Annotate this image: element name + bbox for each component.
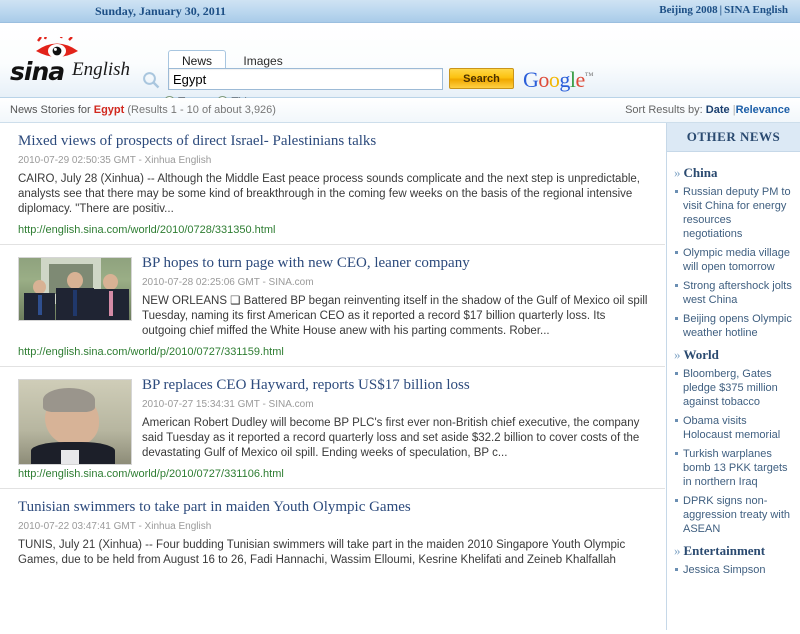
sidebar-news-item[interactable]: Olympic media village will open tomorrow <box>674 246 792 274</box>
sort-by-date[interactable]: Date <box>706 104 730 116</box>
sidebar-news-item[interactable]: Beijing opens Olympic weather hotline <box>674 312 792 340</box>
search-input[interactable] <box>168 68 443 90</box>
sidebar-category-world[interactable]: »World <box>674 347 792 363</box>
chevron-right-icon: » <box>674 347 681 362</box>
results-count: (Results 1 - 10 of about 3,926) <box>124 104 276 116</box>
chevron-right-icon: » <box>674 543 681 558</box>
top-bar: Sunday, January 30, 2011 Beijing 2008|SI… <box>0 0 800 23</box>
result-title[interactable]: Tunisian swimmers to take part in maiden… <box>18 499 649 516</box>
man-portrait-image <box>19 380 131 464</box>
other-news-sidebar: OTHER NEWS »China Russian deputy PM to v… <box>666 123 800 630</box>
result-snippet: CAIRO, July 28 (Xinhua) -- Although the … <box>18 172 649 217</box>
results-summary-bar: News Stories for Egypt (Results 1 - 10 o… <box>0 98 800 123</box>
chevron-right-icon: » <box>674 165 681 180</box>
sidebar-category-label: Entertainment <box>684 543 766 558</box>
search-row: Search Google™ <box>168 68 443 90</box>
result-snippet: TUNIS, July 21 (Xinhua) -- Four budding … <box>18 538 649 568</box>
magnifier-icon <box>142 71 160 89</box>
results-query-term: Egypt <box>94 104 125 116</box>
result-snippet: American Robert Dudley will become BP PL… <box>142 416 649 461</box>
result-meta: 2010-07-29 02:50:35 GMT - Xinhua English <box>18 155 649 166</box>
sort-by-relevance[interactable]: Relevance <box>736 104 790 116</box>
result-thumbnail[interactable] <box>18 257 132 321</box>
sidebar-news-item[interactable]: DPRK signs non-aggression treaty with AS… <box>674 494 792 536</box>
sort-label: Sort Results by: <box>625 104 703 116</box>
result-title[interactable]: Mixed views of prospects of direct Israe… <box>18 133 649 150</box>
sidebar-news-item[interactable]: Bloomberg, Gates pledge $375 million aga… <box>674 367 792 409</box>
sidebar-news-item[interactable]: Russian deputy PM to visit China for ene… <box>674 185 792 241</box>
results-summary: News Stories for Egypt (Results 1 - 10 o… <box>10 104 276 116</box>
sina-english-wordmark: English <box>72 59 130 81</box>
sidebar-heading: OTHER NEWS <box>667 123 800 152</box>
search-results-list: Mixed views of prospects of direct Israe… <box>0 123 665 630</box>
result-url[interactable]: http://english.sina.com/world/p/2010/072… <box>18 468 649 480</box>
sina-logo[interactable]: sina English <box>8 37 143 85</box>
sidebar-category-label: World <box>684 347 719 362</box>
sidebar-news-item[interactable]: Obama visits Holocaust memorial <box>674 414 792 442</box>
result-title[interactable]: BP hopes to turn page with new CEO, lean… <box>142 255 649 272</box>
result-title[interactable]: BP replaces CEO Hayward, reports US$17 b… <box>142 377 649 394</box>
current-date: Sunday, January 30, 2011 <box>95 4 226 19</box>
results-prefix: News Stories for <box>10 104 94 116</box>
google-trademark: ™ <box>585 71 593 81</box>
sidebar-sections: »China Russian deputy PM to visit China … <box>667 152 800 577</box>
sidebar-news-item[interactable]: Jessica Simpson <box>674 563 792 577</box>
result-thumbnail[interactable] <box>18 379 132 465</box>
sidebar-news-item[interactable]: Turkish warplanes bomb 13 PKK targets in… <box>674 447 792 489</box>
search-button[interactable]: Search <box>449 68 514 89</box>
result-item: Tunisian swimmers to take part in maiden… <box>0 489 665 583</box>
sidebar-news-item[interactable]: Strong aftershock jolts west China <box>674 279 792 307</box>
sidebar-category-china[interactable]: »China <box>674 165 792 181</box>
result-body: BP hopes to turn page with new CEO, lean… <box>142 255 649 346</box>
google-letter-e: e <box>576 67 585 92</box>
sort-controls: Sort Results by: Date |Relevance <box>625 104 790 116</box>
search-tabs: News Images <box>168 49 297 68</box>
result-snippet: NEW ORLEANS ❑ Battered BP began reinvent… <box>142 294 649 339</box>
three-men-in-suits-image <box>19 258 131 320</box>
google-letter-o1: o <box>538 67 549 92</box>
sina-wordmark: sina <box>10 57 64 86</box>
sina-english-link[interactable]: SINA English <box>724 4 788 16</box>
result-item: Mixed views of prospects of direct Israe… <box>0 123 665 245</box>
result-meta: 2010-07-22 03:47:41 GMT - Xinhua English <box>18 521 649 532</box>
result-body: BP replaces CEO Hayward, reports US$17 b… <box>142 377 649 468</box>
site-header: sina English News Images Search Google™ … <box>0 23 800 98</box>
google-letter-o2: o <box>549 67 560 92</box>
sidebar-category-label: China <box>684 165 718 180</box>
sidebar-category-entertainment[interactable]: »Entertainment <box>674 543 792 559</box>
google-letter-g1: G <box>523 67 538 92</box>
result-item: BP hopes to turn page with new CEO, lean… <box>0 245 665 367</box>
result-url[interactable]: http://english.sina.com/world/2010/0728/… <box>18 224 649 236</box>
top-nav-links: Beijing 2008|SINA English <box>659 4 788 16</box>
result-meta: 2010-07-27 15:34:31 GMT - SINA.com <box>142 399 649 410</box>
page-body: Mixed views of prospects of direct Israe… <box>0 123 800 630</box>
result-meta: 2010-07-28 02:25:06 GMT - SINA.com <box>142 277 649 288</box>
result-item: BP replaces CEO Hayward, reports US$17 b… <box>0 367 665 489</box>
google-logo: Google™ <box>523 67 593 93</box>
beijing-2008-link[interactable]: Beijing 2008 <box>659 4 717 16</box>
result-url[interactable]: http://english.sina.com/world/p/2010/072… <box>18 346 649 358</box>
tab-images[interactable]: Images <box>229 50 296 70</box>
google-letter-g2: g <box>559 67 570 92</box>
